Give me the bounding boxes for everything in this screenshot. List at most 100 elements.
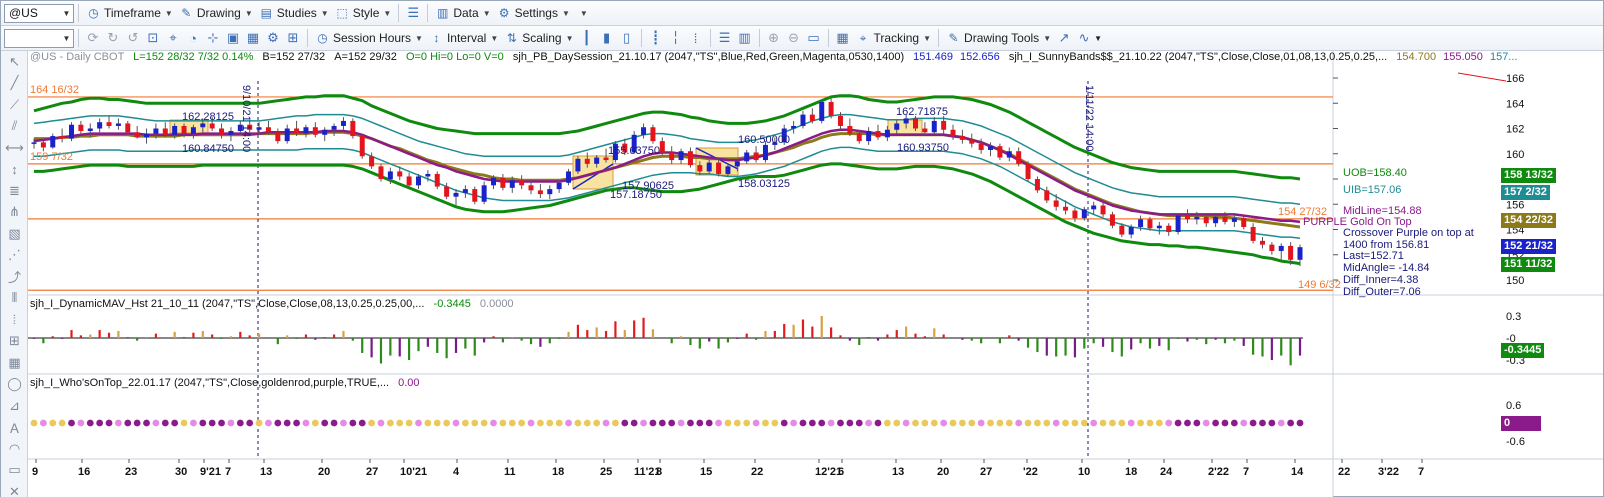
arc-icon[interactable]: ◠	[1, 438, 28, 460]
candle-body-92	[894, 123, 900, 130]
image-icon[interactable]: ▣	[223, 28, 243, 48]
candle-body-41	[415, 176, 421, 186]
volume-icon[interactable]: ┋	[646, 28, 666, 48]
who-dot-37	[377, 419, 385, 427]
studies-menu[interactable]: ▤ Studies ▼	[256, 3, 332, 23]
settings-menu[interactable]: ⚙ Settings ▼	[494, 3, 573, 23]
candlestick-icon[interactable]: ▮	[597, 28, 617, 48]
table-icon[interactable]: ⊞	[1, 331, 28, 353]
wave-icon[interactable]: ∿	[1074, 28, 1094, 48]
candle-body-133	[1278, 245, 1284, 251]
scan-icon[interactable]: ⌖	[163, 28, 183, 48]
candle-body-99	[959, 136, 965, 140]
annotation-162-71875: 162.71875	[896, 106, 948, 118]
redo-icon[interactable]: ↻	[103, 28, 123, 48]
chevron-down-icon[interactable]: ▼	[62, 9, 71, 18]
grid-icon[interactable]: ▦	[833, 28, 853, 48]
chevron-down-icon[interactable]: ▼	[62, 34, 71, 43]
text-icon[interactable]: Ａ	[1, 417, 28, 439]
candle-body-43	[434, 173, 440, 187]
grid-icon[interactable]: ▦	[243, 28, 263, 48]
measure-icon[interactable]: ⊿	[1, 395, 28, 417]
horizontal-line-icon[interactable]: ⟷	[1, 137, 28, 159]
symbol-combo[interactable]: @US ▼	[4, 3, 74, 23]
rectangle-icon[interactable]: ▭	[1, 460, 28, 482]
columns-icon[interactable]: ▥	[735, 28, 755, 48]
split-icon[interactable]: ⊞	[283, 28, 303, 48]
toolbar-separator	[709, 29, 711, 47]
gann-icon[interactable]: ▧	[1, 223, 28, 245]
grid-tool-icon[interactable]: ▦	[1, 352, 28, 374]
who-dot-58	[574, 419, 582, 427]
zoom-chart-icon[interactable]: ⊡	[143, 28, 163, 48]
whosontop-study-title[interactable]: sjh_I_Who'sOnTop_22.01.17 (2047,"TS",Clo…	[30, 377, 389, 389]
cycle-icon[interactable]: ⦙	[1, 309, 28, 331]
who-dot-14	[161, 419, 169, 427]
candle-body-110	[1063, 206, 1069, 211]
ellipse-icon[interactable]: ◯	[1, 374, 28, 396]
bar-chart-icon[interactable]: ┃	[577, 28, 597, 48]
hollow-candle-icon[interactable]: ▯	[617, 28, 637, 48]
chevron-down-icon[interactable]: ▼	[1094, 34, 1102, 43]
tick-chart-icon[interactable]: ╎	[666, 28, 686, 48]
candle-body-111	[1072, 210, 1078, 219]
pitchfork-icon[interactable]: ⋔	[1, 202, 28, 224]
style-menu[interactable]: ⬚ Style ▼	[332, 3, 395, 23]
who-dot-34	[349, 419, 357, 427]
ohlcv-quote: O=0 Hi=0 Lo=0 V=0	[405, 51, 504, 63]
trend-icon[interactable]: ↗	[1054, 28, 1074, 48]
dmav-study-title[interactable]: sjh_I_DynamicMAV_Hst 21_10_11 (2047,"TS"…	[30, 298, 424, 310]
candle-body-2	[50, 136, 56, 148]
compass-icon[interactable]: ◔	[183, 28, 203, 48]
who-dot-75	[733, 419, 741, 427]
candle-body-100	[969, 139, 975, 144]
session-hours-menu[interactable]: ◷ Session Hours ▼	[312, 28, 426, 48]
who-dot-61	[602, 419, 610, 427]
trendline-icon[interactable]: ╱	[1, 73, 28, 95]
candle-body-87	[847, 125, 853, 134]
candle-body-93	[903, 118, 909, 124]
delete-icon[interactable]: ✕	[1, 481, 28, 497]
candle-body-56	[556, 182, 562, 190]
data-menu[interactable]: ▥ Data ▼	[432, 3, 493, 23]
zoom-out-icon[interactable]: ⊖	[784, 28, 804, 48]
chart-header: @US - Daily CBOT L=152 28/32 7/32 0.14% …	[30, 51, 1517, 63]
candle-body-125	[1203, 216, 1209, 224]
chart-area[interactable]: 1661641621601581561541521500.3-0-0.30.6-…	[28, 51, 1603, 497]
secondary-combo[interactable]: ▼	[4, 28, 74, 48]
candle-body-54	[537, 190, 543, 195]
who-dot-111	[1071, 419, 1079, 427]
who-dot-78	[762, 419, 769, 427]
zoom-in-icon[interactable]: ⊕	[764, 28, 784, 48]
undo-icon[interactable]: ↺	[123, 28, 143, 48]
interval-menu[interactable]: ↕ Interval ▼	[426, 28, 501, 48]
who-dot-104	[1005, 419, 1013, 427]
vertical-line-icon[interactable]: ↕	[1, 159, 28, 181]
scaling-menu[interactable]: ⇅ Scaling ▼	[501, 28, 576, 48]
layout-icon[interactable]: ☰	[403, 3, 423, 23]
point-chart-icon[interactable]: ⁞	[686, 28, 706, 48]
overflow-menu[interactable]: ▼	[573, 3, 591, 23]
timeframe-menu[interactable]: ◷ Timeframe ▼	[83, 3, 176, 23]
study-daysession-title[interactable]: sjh_PB_DaySession_21.10.17 (2047,"TS",Bl…	[513, 51, 904, 63]
study-sunnybands-title[interactable]: sjh_I_SunnyBands$$_21.10.22 (2047,"TS",C…	[1009, 51, 1387, 63]
gear-icon[interactable]: ⚙	[263, 28, 283, 48]
hline-label-159: 159 7/32	[30, 151, 73, 163]
fib-icon[interactable]: ≣	[1, 180, 28, 202]
drawing-tools-menu[interactable]: ✎ Drawing Tools ▼	[943, 28, 1054, 48]
columns-tool-icon[interactable]: ⫴	[1, 288, 28, 310]
drawing-menu[interactable]: ✎ Drawing ▼	[176, 3, 256, 23]
time-tick-label-1: 16	[78, 466, 90, 478]
regression-icon[interactable]: ⤴	[1, 266, 28, 288]
fit-icon[interactable]: ▭	[804, 28, 824, 48]
time-tick-label-22: 27	[980, 466, 992, 478]
crosshair-chart-icon[interactable]: ⊹	[203, 28, 223, 48]
layout-icon[interactable]: ☰	[715, 28, 735, 48]
channel-icon[interactable]: ⫽	[1, 116, 28, 138]
charting-app: @US ▼ ◷ Timeframe ▼ ✎ Drawing ▼ ▤ Studies ▼ ⬚ S…	[0, 0, 1604, 497]
refresh-icon[interactable]: ⟳	[83, 28, 103, 48]
tracking-menu[interactable]: ⌖ Tracking ▼	[853, 28, 935, 48]
speed-lines-icon[interactable]: ⋰	[1, 245, 28, 267]
pointer-icon[interactable]: ↖	[1, 51, 28, 73]
ray-icon[interactable]: ⟋	[1, 94, 28, 116]
